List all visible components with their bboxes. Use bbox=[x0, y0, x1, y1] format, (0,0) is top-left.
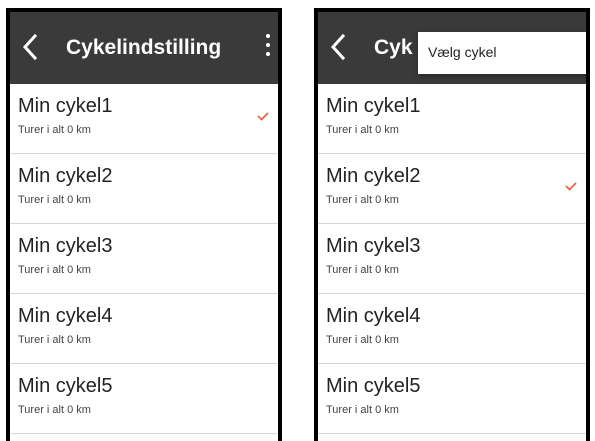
screenshot-stage: Cykelindstilling Min cykel1 Turer i alt … bbox=[0, 0, 595, 441]
bike-distance: Turer i alt 0 km bbox=[18, 404, 91, 416]
checkmark-icon bbox=[256, 110, 270, 122]
bike-distance: Turer i alt 0 km bbox=[326, 404, 399, 416]
list-item-bike-5[interactable]: Min cykel5 Turer i alt 0 km bbox=[10, 364, 278, 434]
list-item-bike-2[interactable]: Min cykel2 Turer i alt 0 km bbox=[318, 154, 586, 224]
list-item-bike-2[interactable]: Min cykel2 Turer i alt 0 km bbox=[10, 154, 278, 224]
bike-distance: Turer i alt 0 km bbox=[18, 334, 91, 346]
app-bar: Cykelindstilling bbox=[10, 12, 278, 84]
list-item-bike-3[interactable]: Min cykel3 Turer i alt 0 km bbox=[318, 224, 586, 294]
page-title: Cykelindstilling bbox=[66, 36, 222, 59]
bike-name: Min cykel3 bbox=[18, 235, 113, 257]
right-screen: Cyk Vælg cykel Min cykel1 Turer i alt 0 … bbox=[318, 12, 586, 441]
bike-name: Min cykel2 bbox=[326, 165, 421, 187]
checkmark-icon bbox=[564, 180, 578, 192]
list-item-bike-3[interactable]: Min cykel3 Turer i alt 0 km bbox=[10, 224, 278, 294]
bike-list: Min cykel1 Turer i alt 0 km Min cykel2 T… bbox=[318, 84, 586, 434]
list-item-bike-4[interactable]: Min cykel4 Turer i alt 0 km bbox=[318, 294, 586, 364]
left-screen: Cykelindstilling Min cykel1 Turer i alt … bbox=[10, 12, 278, 441]
bike-name: Min cykel1 bbox=[326, 95, 421, 117]
list-item-bike-1[interactable]: Min cykel1 Turer i alt 0 km bbox=[10, 84, 278, 154]
list-item-bike-5[interactable]: Min cykel5 Turer i alt 0 km bbox=[318, 364, 586, 434]
bike-distance: Turer i alt 0 km bbox=[18, 264, 91, 276]
bike-name: Min cykel2 bbox=[18, 165, 113, 187]
bike-name: Min cykel3 bbox=[326, 235, 421, 257]
chevron-left-icon[interactable] bbox=[326, 31, 350, 63]
more-vert-icon[interactable] bbox=[262, 34, 274, 62]
list-item-bike-1[interactable]: Min cykel1 Turer i alt 0 km bbox=[318, 84, 586, 154]
right-phone: Cyk Vælg cykel Min cykel1 Turer i alt 0 … bbox=[314, 8, 590, 441]
bike-name: Min cykel5 bbox=[326, 375, 421, 397]
bike-distance: Turer i alt 0 km bbox=[326, 334, 399, 346]
bike-distance: Turer i alt 0 km bbox=[18, 124, 91, 136]
page-title: Cyk bbox=[374, 36, 413, 59]
menu-item-select-bike[interactable]: Vælg cykel bbox=[428, 44, 496, 60]
bike-name: Min cykel4 bbox=[18, 305, 113, 327]
bike-name: Min cykel1 bbox=[18, 95, 113, 117]
chevron-left-icon[interactable] bbox=[18, 31, 42, 63]
bike-distance: Turer i alt 0 km bbox=[326, 264, 399, 276]
popup-menu[interactable]: Vælg cykel bbox=[418, 32, 586, 74]
bike-name: Min cykel4 bbox=[326, 305, 421, 327]
bike-distance: Turer i alt 0 km bbox=[326, 194, 399, 206]
list-item-bike-4[interactable]: Min cykel4 Turer i alt 0 km bbox=[10, 294, 278, 364]
left-phone: Cykelindstilling Min cykel1 Turer i alt … bbox=[6, 8, 282, 441]
bike-list: Min cykel1 Turer i alt 0 km Min cykel2 T… bbox=[10, 84, 278, 434]
bike-name: Min cykel5 bbox=[18, 375, 113, 397]
bike-distance: Turer i alt 0 km bbox=[326, 124, 399, 136]
app-bar: Cyk Vælg cykel bbox=[318, 12, 586, 84]
bike-distance: Turer i alt 0 km bbox=[18, 194, 91, 206]
